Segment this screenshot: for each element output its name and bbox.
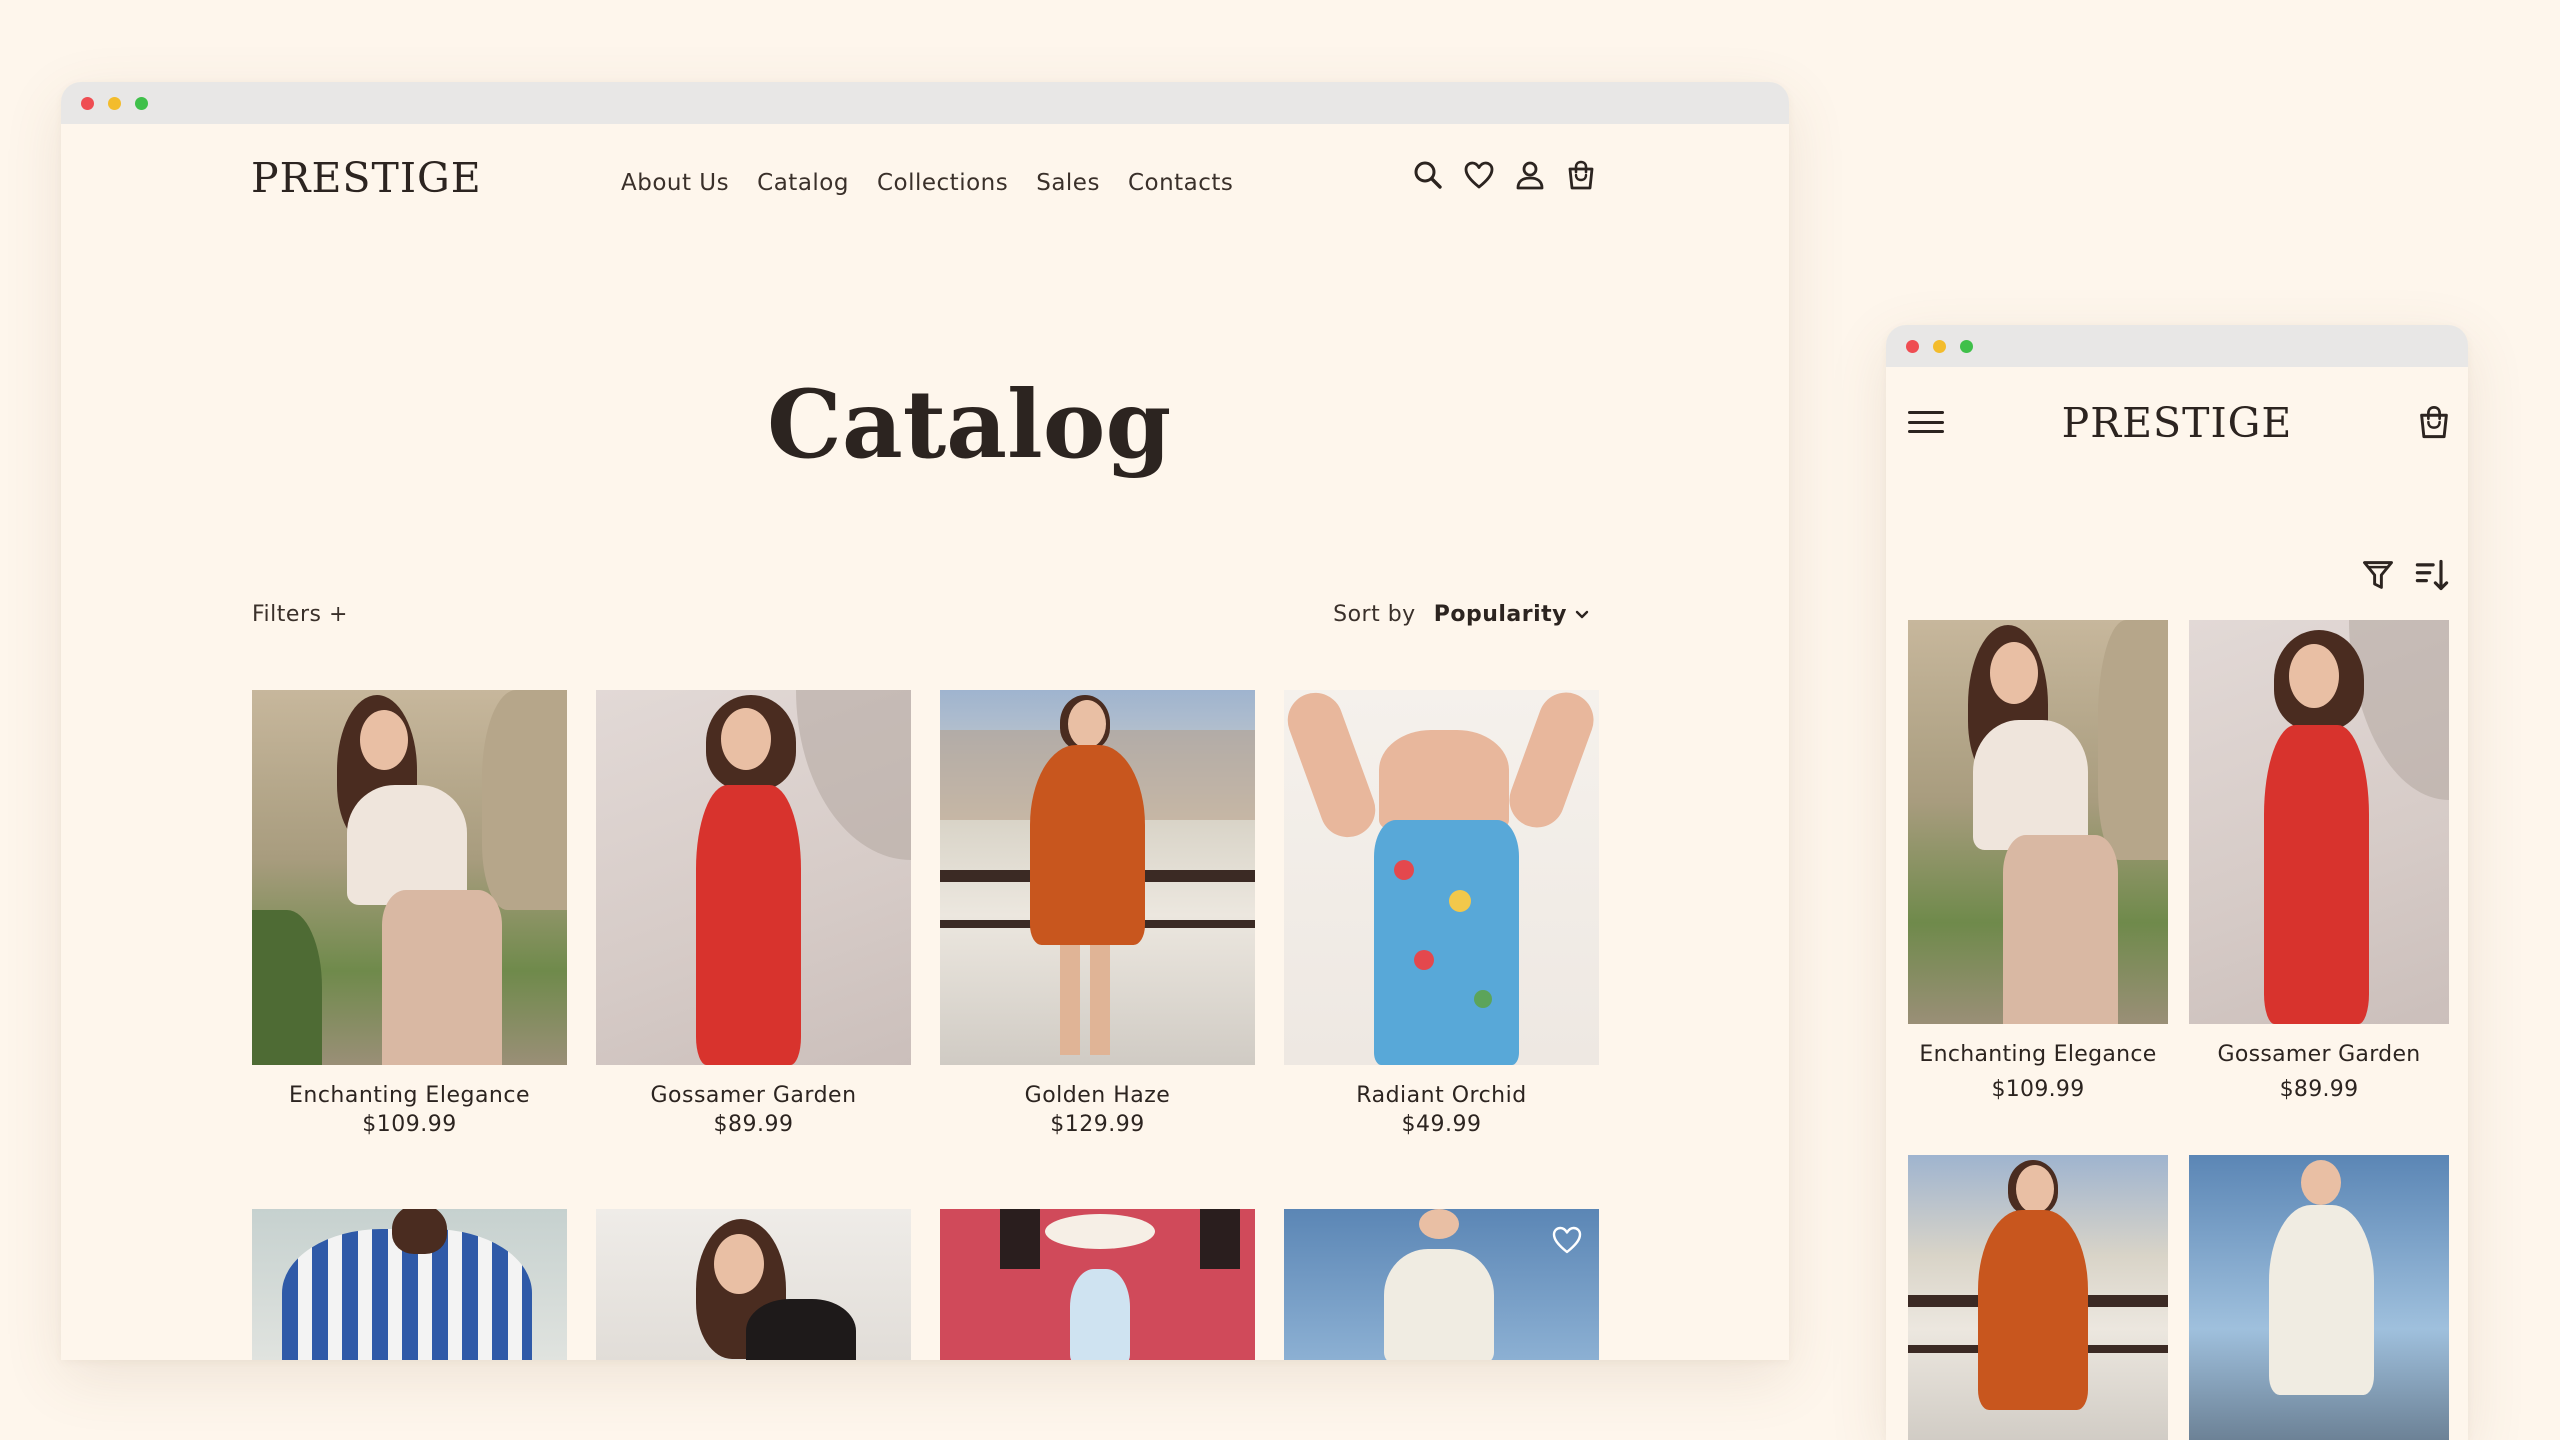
mobile-product-grid-row-2 (1908, 1155, 2449, 1440)
maximize-window-button[interactable] (135, 96, 148, 110)
product-card[interactable]: Golden Haze $129.99 (940, 690, 1255, 1137)
product-image[interactable] (2189, 1155, 2449, 1440)
product-price: $109.99 (362, 1112, 457, 1137)
product-name[interactable]: Radiant Orchid (1284, 1083, 1599, 1108)
product-name[interactable]: Enchanting Elegance (1908, 1042, 2168, 1067)
product-price: $89.99 (713, 1112, 794, 1137)
nav-catalog[interactable]: Catalog (757, 170, 849, 196)
product-price: $129.99 (1050, 1112, 1145, 1137)
product-image[interactable] (252, 1209, 567, 1360)
product-image[interactable] (1908, 620, 2168, 1024)
search-icon[interactable] (1411, 158, 1445, 192)
product-card[interactable]: Enchanting Elegance $109.99 (1908, 620, 2168, 1102)
product-image[interactable] (2189, 620, 2449, 1024)
user-icon[interactable] (1513, 158, 1547, 192)
product-image[interactable] (596, 1209, 911, 1360)
header-icons (1411, 158, 1598, 192)
sort-control[interactable]: Sort by Popularity (1333, 602, 1589, 627)
heart-icon[interactable] (1462, 158, 1496, 192)
sort-value: Popularity (1433, 602, 1567, 627)
close-window-button[interactable] (81, 96, 94, 110)
nav-collections[interactable]: Collections (877, 170, 1008, 196)
window-titlebar (1886, 325, 2468, 367)
product-name[interactable]: Enchanting Elegance (252, 1083, 567, 1108)
filters-button[interactable]: Filters + (252, 602, 348, 627)
product-price: $89.99 (2279, 1077, 2359, 1102)
mobile-browser-window: PRESTIGE Enchanting Elegance $109.99 Gos… (1886, 325, 2468, 1440)
nav-contacts[interactable]: Contacts (1128, 170, 1233, 196)
site-logo[interactable]: PRESTIGE (251, 158, 482, 199)
product-image[interactable] (1908, 1155, 2168, 1440)
desktop-browser-window: PRESTIGE About Us Catalog Collections Sa… (61, 82, 1789, 1360)
product-price: $109.99 (1991, 1077, 2085, 1102)
close-window-button[interactable] (1906, 339, 1919, 353)
window-titlebar (61, 82, 1789, 124)
mobile-product-grid: Enchanting Elegance $109.99 Gossamer Gar… (1908, 620, 2449, 1102)
sort-label: Sort by (1333, 602, 1416, 627)
shopping-bag-icon[interactable] (2416, 403, 2452, 441)
heart-icon[interactable] (1551, 1225, 1583, 1259)
mobile-toolbar (2360, 557, 2450, 597)
product-image[interactable] (940, 1209, 1255, 1360)
nav-sales[interactable]: Sales (1036, 170, 1100, 196)
product-image[interactable] (1284, 1209, 1599, 1360)
sort-icon[interactable] (2414, 557, 2450, 597)
product-image[interactable] (1284, 690, 1599, 1065)
product-card[interactable]: Enchanting Elegance $109.99 (252, 690, 567, 1137)
site-header: PRESTIGE About Us Catalog Collections Sa… (61, 124, 1789, 226)
minimize-window-button[interactable] (108, 96, 121, 110)
product-image[interactable] (596, 690, 911, 1065)
product-card[interactable]: Radiant Orchid $49.99 (1284, 690, 1599, 1137)
chevron-down-icon (1575, 610, 1589, 618)
minimize-window-button[interactable] (1933, 339, 1946, 353)
sort-dropdown[interactable]: Popularity (1434, 602, 1589, 627)
product-name[interactable]: Gossamer Garden (2189, 1042, 2449, 1067)
product-grid: Enchanting Elegance $109.99 Gossamer Gar… (252, 690, 1599, 1137)
nav-about-us[interactable]: About Us (621, 170, 729, 196)
product-card[interactable]: Gossamer Garden $89.99 (2189, 620, 2449, 1102)
main-nav: About Us Catalog Collections Sales Conta… (621, 170, 1233, 196)
product-name[interactable]: Golden Haze (940, 1083, 1255, 1108)
product-price: $49.99 (1401, 1112, 1482, 1137)
page-title: Catalog (767, 370, 1172, 480)
product-image[interactable] (940, 690, 1255, 1065)
mobile-site-header: PRESTIGE (1886, 367, 2468, 467)
maximize-window-button[interactable] (1960, 339, 1973, 353)
product-card[interactable]: Gossamer Garden $89.99 (596, 690, 911, 1137)
site-logo[interactable]: PRESTIGE (1886, 403, 2468, 444)
shopping-bag-icon[interactable] (1564, 158, 1598, 192)
product-grid-row-2 (252, 1209, 1599, 1360)
product-image[interactable] (252, 690, 567, 1065)
product-name[interactable]: Gossamer Garden (596, 1083, 911, 1108)
filter-icon[interactable] (2360, 557, 2396, 597)
